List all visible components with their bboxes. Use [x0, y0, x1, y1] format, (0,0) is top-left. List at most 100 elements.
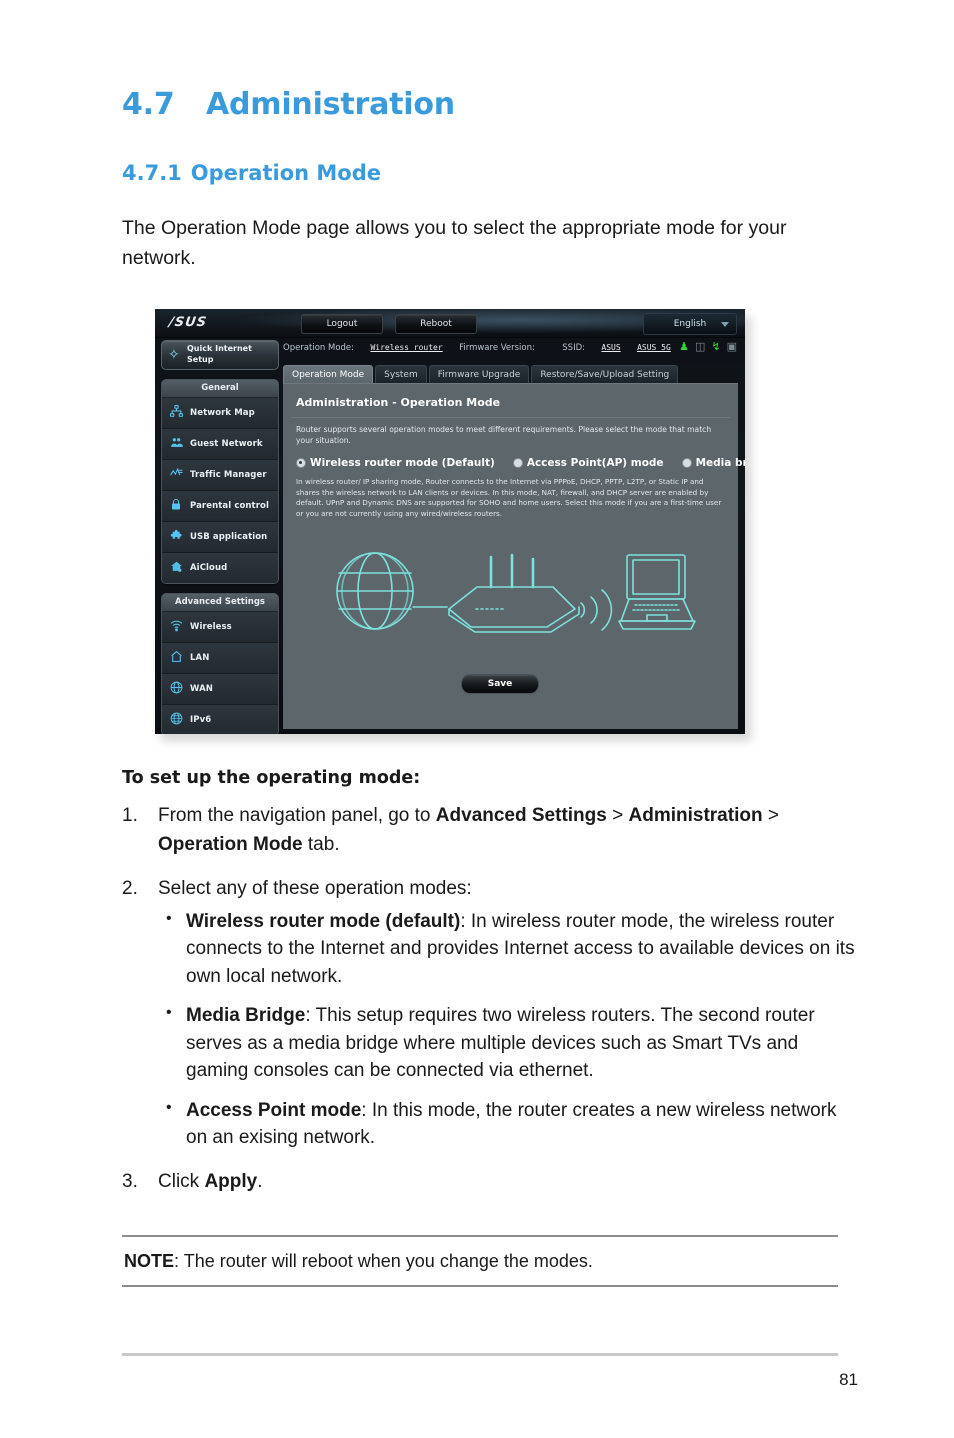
step-text: Select any of these operation modes:	[158, 878, 472, 899]
usb-icon[interactable]: ↯	[711, 340, 720, 354]
emphasis-text: Administration	[628, 805, 763, 826]
network-topology-diagram	[323, 529, 703, 659]
note-body: : The router will reboot when you change…	[174, 1251, 593, 1271]
steps-list: 1. From the navigation panel, go to Advan…	[122, 802, 862, 1196]
guest-network-icon[interactable]: ♟	[679, 340, 689, 354]
page-number: 81	[839, 1370, 858, 1389]
nav-group-advanced-settings: Advanced Settings Wireless LAN WAN IPv6	[161, 593, 279, 734]
ssid-value-24g[interactable]: ASUS	[601, 343, 620, 352]
emphasis-text: Access Point mode	[186, 1099, 362, 1121]
selected-mode-description: In wireless router/ IP sharing mode, Rou…	[296, 477, 722, 518]
radio-label: Access Point(AP) mode	[526, 457, 664, 469]
router-ui-screenshot: /SUS Logout Reboot English Operation Mod…	[155, 309, 745, 734]
step-item: 1. From the navigation panel, go to Advan…	[122, 802, 862, 859]
howto-heading: To set up the operating mode:	[122, 768, 421, 788]
sidebar-label: AiCloud	[190, 563, 228, 573]
home-icon	[162, 650, 190, 667]
mode-bullet-item: • Wireless router mode (default): In wire…	[158, 908, 862, 991]
copy-icon[interactable]: ◫	[695, 340, 705, 354]
sidebar-label: Network Map	[190, 408, 255, 418]
operation-mode-value[interactable]: Wireless_router	[370, 343, 442, 352]
magic-wand-icon: ✧	[168, 347, 180, 363]
wifi-waves-icon	[580, 589, 613, 631]
intro-paragraph: The Operation Mode page allows you to se…	[122, 217, 787, 270]
sidebar-item-wan[interactable]: WAN	[162, 674, 278, 705]
sidebar-label: LAN	[190, 653, 210, 663]
reboot-button[interactable]: Reboot	[395, 314, 477, 334]
radio-label: Wireless router mode (Default)	[310, 457, 495, 469]
subsection-title-text: Operation Mode	[190, 161, 381, 185]
logout-button[interactable]: Logout	[301, 314, 383, 334]
language-select-value: English	[673, 319, 707, 329]
note-text: NOTE: The router will reboot when you ch…	[122, 1237, 838, 1285]
sidebar-label: Wireless	[190, 622, 232, 632]
tab-operation-mode[interactable]: Operation Mode	[283, 365, 374, 384]
sidebar-item-wireless[interactable]: Wireless	[162, 612, 278, 643]
lock-icon	[162, 498, 190, 515]
sidebar-label: WAN	[190, 684, 213, 694]
sidebar-item-aicloud[interactable]: AiCloud	[162, 553, 278, 583]
language-select[interactable]: English	[643, 313, 737, 335]
sidebar-label: IPv6	[190, 715, 212, 725]
qis-label-line1: Quick Internet	[187, 344, 252, 353]
sidebar-item-parental-control[interactable]: Parental control	[162, 491, 278, 522]
radio-access-point-mode[interactable]: Access Point(AP) mode	[512, 457, 664, 469]
step-item: 2. Select any of these operation modes: • W…	[122, 875, 862, 1152]
note-bottom-rule	[122, 1285, 838, 1288]
plain-text: .	[257, 1170, 263, 1192]
subsection-number: 4.7.1	[122, 161, 182, 185]
plain-text: Select any of these operation modes:	[158, 878, 472, 899]
usb-puzzle-icon	[162, 529, 190, 546]
section-number: 4.7	[122, 87, 175, 122]
emphasis-text: Operation Mode	[158, 833, 303, 855]
tab-system[interactable]: System	[375, 365, 427, 384]
plain-text: >	[762, 805, 779, 826]
nav-group-general-title: General	[162, 380, 278, 398]
tab-firmware-upgrade[interactable]: Firmware Upgrade	[428, 365, 530, 384]
router-tab-bar: Operation Mode System Firmware Upgrade R…	[283, 364, 680, 384]
laptop-icon	[618, 554, 696, 630]
radio-wireless-router-mode[interactable]: Wireless router mode (Default)	[296, 457, 495, 469]
sidebar-item-ipv6[interactable]: IPv6	[162, 705, 278, 734]
nav-group-general: General Network Map Guest Network Traffi…	[161, 379, 279, 584]
router-status-line: Operation Mode: Wireless_router Firmware…	[283, 339, 738, 357]
emphasis-text: Apply	[204, 1170, 258, 1192]
sidebar-item-lan[interactable]: LAN	[162, 643, 278, 674]
save-button[interactable]: Save	[461, 674, 539, 694]
printer-icon[interactable]: ▣	[727, 340, 737, 354]
qis-label-line2: Setup	[187, 354, 214, 364]
mode-bullet-list: • Wireless router mode (default): In wire…	[158, 908, 862, 1152]
quick-internet-setup-button[interactable]: ✧ Quick Internet Setup	[161, 340, 279, 370]
bullet-marker: •	[166, 1098, 172, 1116]
subsection-title: 4.7.1 Operation Mode	[122, 161, 862, 185]
router-status-icons: ♟ ◫ ↯ ▣	[679, 340, 737, 354]
operation-mode-radio-group: Wireless router mode (Default) Access Po…	[296, 457, 745, 469]
sidebar-item-usb-application[interactable]: USB application	[162, 522, 278, 553]
plain-text: >	[606, 805, 629, 826]
panel-divider	[291, 417, 731, 418]
note-label: NOTE	[124, 1251, 175, 1271]
sidebar-item-network-map[interactable]: Network Map	[162, 398, 278, 429]
panel-description: Router supports several operation modes …	[296, 425, 712, 445]
asus-logo: /SUS	[167, 315, 209, 330]
plain-text: tab.	[302, 833, 340, 855]
router-sidebar: ✧ Quick Internet Setup General Network M…	[161, 340, 279, 734]
chevron-down-icon	[721, 322, 729, 327]
radio-media-bridge-mode[interactable]: Media bridge	[681, 457, 745, 469]
globe-icon	[336, 552, 414, 630]
step-number: 1.	[122, 805, 138, 826]
sidebar-label: Parental control	[190, 501, 269, 511]
footer-divider	[122, 1353, 838, 1356]
tab-restore-save-upload[interactable]: Restore/Save/Upload Setting	[531, 365, 679, 384]
sidebar-item-guest-network[interactable]: Guest Network	[162, 429, 278, 460]
step-item: 3. Click Apply.	[122, 1168, 862, 1197]
emphasis-text: Wireless router mode (default)	[186, 910, 461, 932]
globe-grid-icon	[162, 712, 190, 729]
network-map-icon	[162, 404, 190, 422]
sidebar-item-traffic-manager[interactable]: Traffic Manager	[162, 460, 278, 491]
router-main-panel: Administration - Operation Mode Router s…	[283, 383, 745, 729]
nav-group-advanced-title: Advanced Settings	[162, 594, 278, 612]
mode-bullet-item: • Access Point mode: In this mode, the ro…	[158, 1097, 862, 1152]
firmware-version-label: Firmware Version:	[459, 343, 535, 353]
ssid-value-5g[interactable]: ASUS_5G	[637, 343, 671, 352]
